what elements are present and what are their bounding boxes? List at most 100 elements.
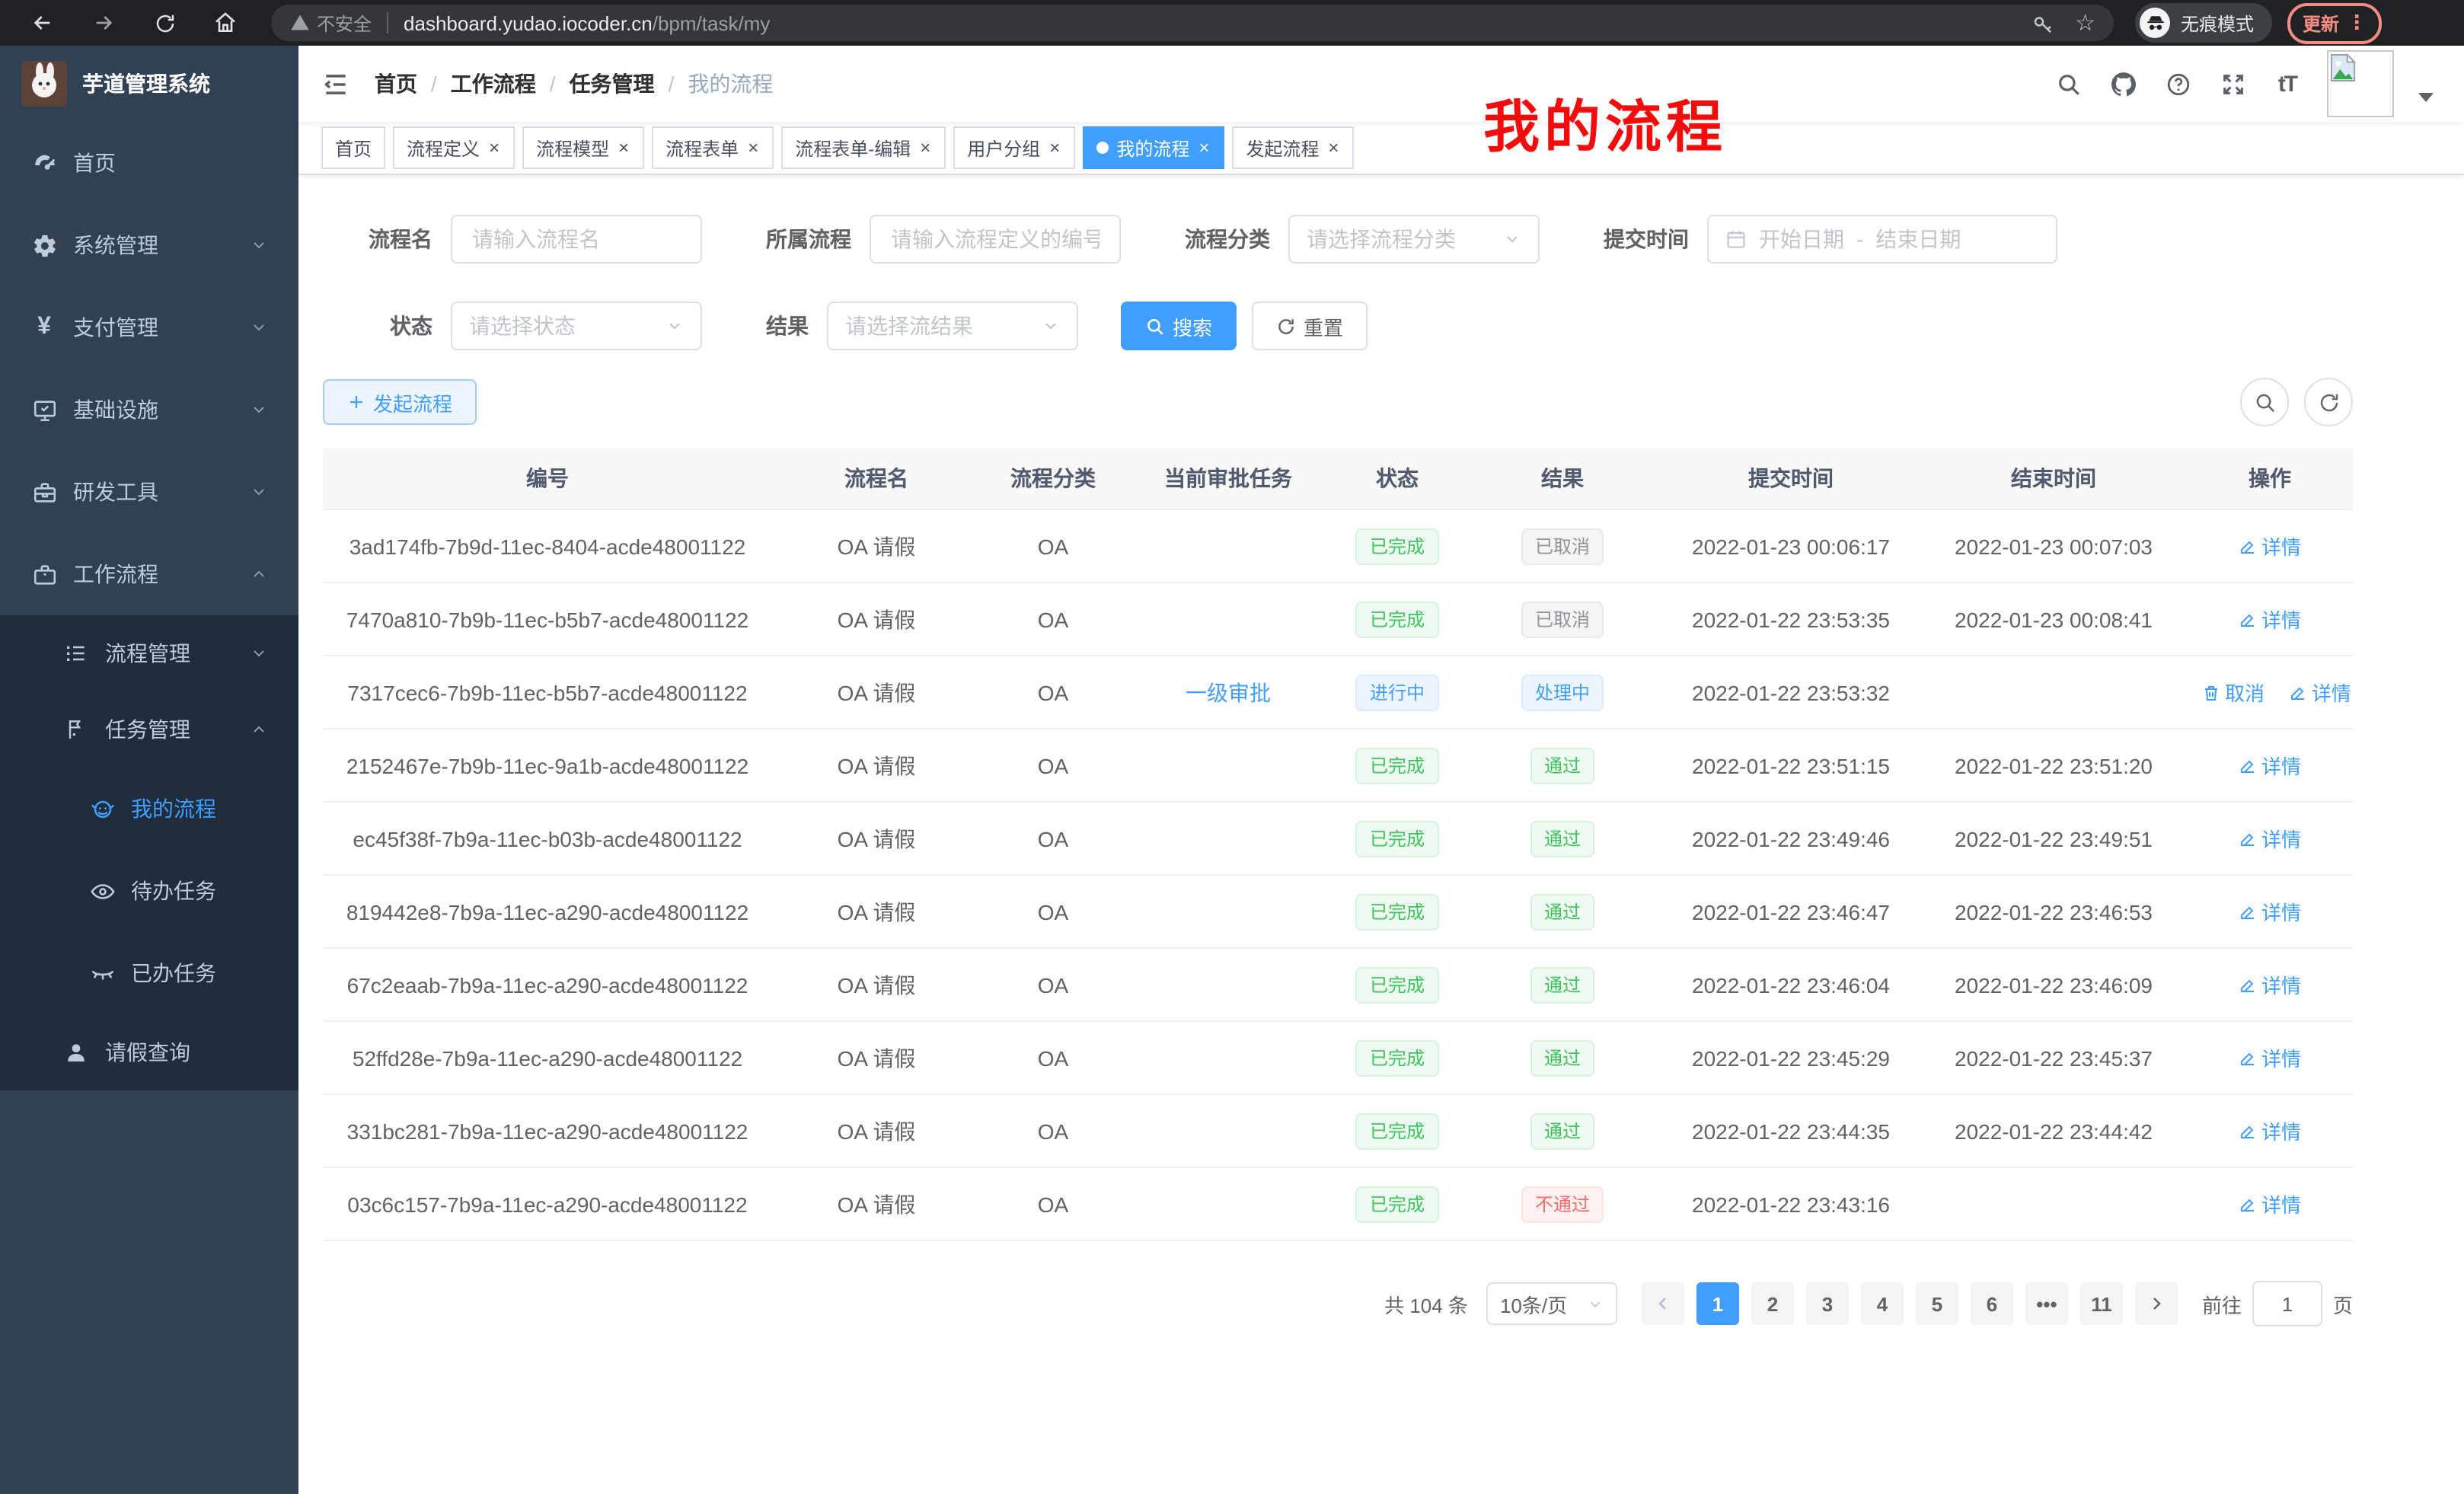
cell-process-id: 7317cec6-7b9b-11ec-b5b7-acde48001122 [323,656,772,729]
page-number-button[interactable]: 6 [1971,1282,2013,1325]
filter-label: 结果 [766,311,809,341]
tab-close-icon[interactable] [1197,139,1211,157]
process-definition-input[interactable] [870,215,1121,263]
fullscreen-icon[interactable] [2217,69,2248,99]
sidebar-item-home[interactable]: 首页 [0,122,298,204]
tab-process-form[interactable]: 流程表单 [652,126,774,169]
detail-link[interactable]: 详情 [2239,751,2301,780]
address-bar[interactable]: 不安全 dashboard.yudao.iocoder.cn/bpm/task/… [271,5,2114,41]
page-number-button[interactable]: 11 [2080,1282,2123,1325]
tab-process-model[interactable]: 流程模型 [522,126,644,169]
browser-update-button[interactable]: 更新 ⋮ [2287,2,2382,43]
page-number-button[interactable]: 5 [1916,1282,1958,1325]
avatar[interactable] [2327,50,2394,117]
detail-link[interactable]: 详情 [2239,824,2301,853]
process-name-input[interactable] [451,215,702,263]
breadcrumb-home[interactable]: 首页 [375,69,417,99]
breadcrumb-task-management[interactable]: 任务管理 [570,69,655,99]
jump-page-input[interactable] [2252,1281,2322,1326]
detail-link[interactable]: 详情 [2289,678,2351,707]
tab-process-definition[interactable]: 流程定义 [393,126,515,169]
reset-button[interactable]: 重置 [1252,302,1368,350]
app-logo [21,61,67,107]
detail-link[interactable]: 详情 [2239,1116,2301,1145]
sidebar-item-payment[interactable]: ¥ 支付管理 [0,286,298,369]
avatar-caret-icon[interactable] [2418,93,2434,102]
breadcrumb-workflow[interactable]: 工作流程 [451,69,536,99]
toggle-search-button[interactable] [2240,378,2289,426]
workflow-submenu: 流程管理 任务管理 我的流程 待办任务 [0,615,298,1090]
page-number-button[interactable]: 4 [1861,1282,1904,1325]
detail-link[interactable]: 详情 [2239,1189,2301,1218]
detail-link[interactable]: 详情 [2239,605,2301,634]
bookmark-star-icon[interactable]: ☆ [2075,11,2095,34]
tab-home[interactable]: 首页 [321,126,385,169]
sidebar-item-dev-tools[interactable]: 研发工具 [0,451,298,533]
process-category-select[interactable]: 请选择流程分类 [1288,215,1540,263]
tab-close-icon[interactable] [918,139,932,157]
current-task-link[interactable]: 一级审批 [1186,680,1271,704]
cell-actions: 详情 [2187,583,2353,656]
table-row: 819442e8-7b9a-11ec-a290-acde48001122 OA … [323,875,2353,948]
cell-status: 已完成 [1331,948,1463,1021]
filter-label: 所属流程 [766,224,851,254]
breadcrumb-separator [431,72,437,96]
search-icon[interactable] [2053,69,2083,99]
tab-close-icon[interactable] [1048,139,1061,157]
tab-close-icon[interactable] [617,139,630,157]
refresh-table-button[interactable] [2304,378,2353,426]
detail-link[interactable]: 详情 [2239,532,2301,560]
task-flag-icon [62,716,90,743]
status-select[interactable]: 请选择状态 [451,302,702,350]
tab-close-icon[interactable] [746,139,760,157]
start-process-button[interactable]: 发起流程 [323,379,477,425]
browser-back-icon[interactable] [12,3,73,43]
page-number-button[interactable]: 2 [1751,1282,1794,1325]
detail-link[interactable]: 详情 [2239,1043,2301,1072]
browser-home-icon[interactable] [195,3,256,43]
tab-my-process[interactable]: 我的流程 [1083,126,1224,169]
cell-submit-time: 2022-01-22 23:51:15 [1661,729,1920,802]
briefcase-icon [30,560,58,588]
detail-link[interactable]: 详情 [2239,897,2301,926]
key-icon[interactable] [2031,11,2054,34]
sidebar-item-infrastructure[interactable]: 基础设施 [0,369,298,451]
dashboard-icon [30,149,58,177]
browser-reload-icon[interactable] [134,3,195,43]
help-icon[interactable] [2162,69,2193,99]
browser-menu-icon[interactable]: ⋮ [2347,11,2367,35]
page-size-select[interactable]: 10条/页 [1486,1282,1617,1325]
page-number-button[interactable]: 1 [1696,1282,1739,1325]
sidebar-item-system[interactable]: 系统管理 [0,204,298,286]
sidebar-collapse-icon[interactable] [321,69,350,98]
tab-process-form-edit[interactable]: 流程表单-编辑 [781,126,946,169]
tab-start-process[interactable]: 发起流程 [1232,126,1354,169]
next-page-button[interactable] [2135,1282,2178,1325]
github-icon[interactable] [2108,69,2138,99]
tab-user-group[interactable]: 用户分组 [953,126,1075,169]
sidebar-item-task-management[interactable]: 任务管理 [0,691,298,768]
chevron-down-icon [1503,230,1521,248]
app-logo-row[interactable]: 芋道管理系统 [0,46,298,122]
sidebar-item-done-tasks[interactable]: 已办任务 [0,932,298,1014]
tab-close-icon[interactable] [1326,139,1340,157]
page-number-button[interactable]: ••• [2025,1282,2068,1325]
chevron-down-icon [250,644,268,662]
cancel-link[interactable]: 取消 [2202,678,2265,707]
detail-link[interactable]: 详情 [2239,970,2301,999]
sidebar-item-todo-tasks[interactable]: 待办任务 [0,850,298,932]
page-number-button[interactable]: 3 [1806,1282,1849,1325]
cell-submit-time: 2022-01-22 23:46:04 [1661,948,1920,1021]
date-range-picker[interactable]: 开始日期 - 结束日期 [1707,215,2057,263]
sidebar-item-leave-query[interactable]: 请假查询 [0,1014,298,1090]
cell-actions: 取消 详情 [2187,656,2353,729]
search-button[interactable]: 搜索 [1121,302,1237,350]
sidebar-item-process-management[interactable]: 流程管理 [0,615,298,691]
prev-page-button[interactable] [1642,1282,1684,1325]
font-size-icon[interactable]: tT [2272,69,2303,99]
tab-close-icon[interactable] [487,139,501,157]
sidebar-item-workflow[interactable]: 工作流程 [0,533,298,615]
result-select[interactable]: 请选择流结果 [827,302,1078,350]
browser-forward-icon[interactable] [73,3,134,43]
sidebar-item-my-process[interactable]: 我的流程 [0,768,298,850]
